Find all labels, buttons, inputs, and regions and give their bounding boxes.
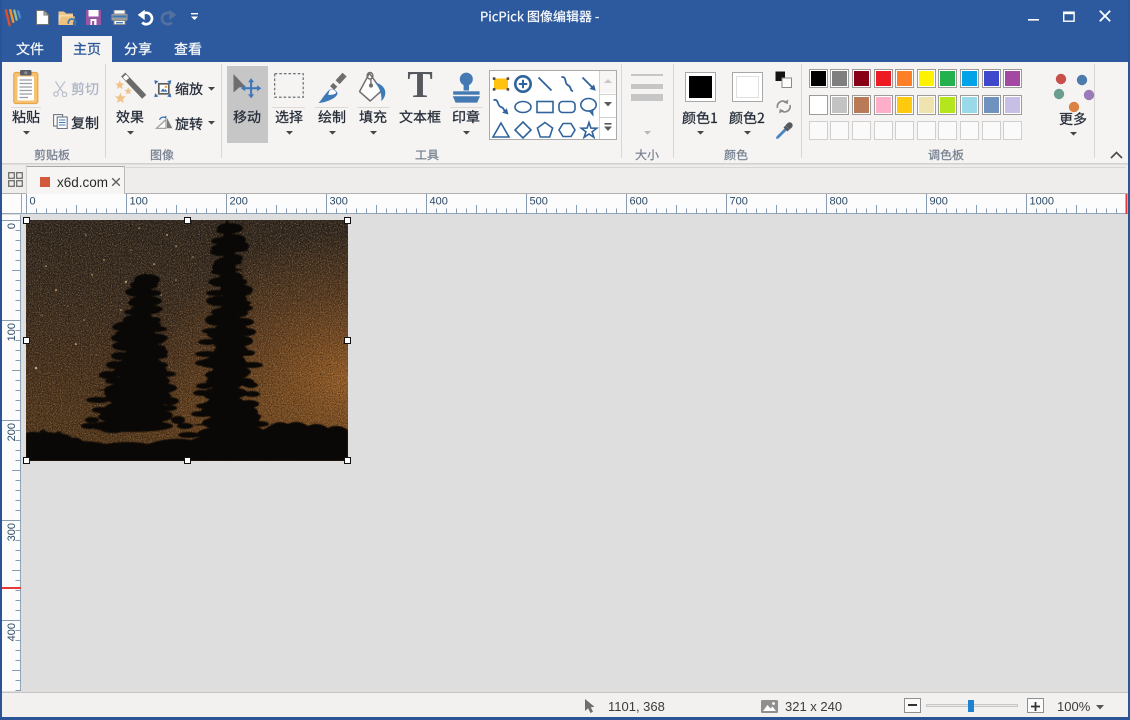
svg-text:300: 300 — [330, 196, 348, 208]
svg-text:500: 500 — [530, 196, 548, 208]
svg-text:400: 400 — [6, 623, 18, 641]
svg-text:700: 700 — [730, 196, 748, 208]
svg-text:1000: 1000 — [1030, 196, 1054, 208]
svg-text:900: 900 — [930, 196, 948, 208]
svg-text:600: 600 — [630, 196, 648, 208]
svg-text:200: 200 — [230, 196, 248, 208]
svg-text:100: 100 — [130, 196, 148, 208]
svg-text:300: 300 — [6, 523, 18, 541]
svg-text:200: 200 — [6, 423, 18, 441]
svg-text:400: 400 — [430, 196, 448, 208]
svg-text:100: 100 — [6, 323, 18, 341]
svg-text:0: 0 — [6, 223, 18, 229]
svg-text:0: 0 — [30, 196, 36, 208]
svg-text:800: 800 — [830, 196, 848, 208]
